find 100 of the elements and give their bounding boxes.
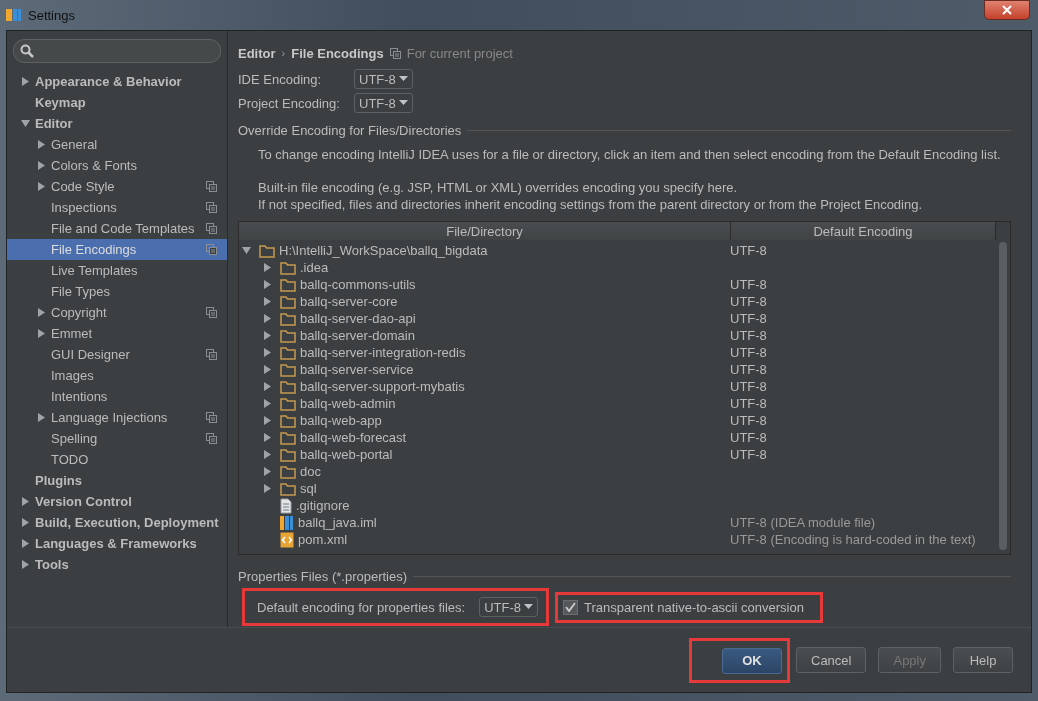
caret-right-icon[interactable] bbox=[37, 329, 46, 338]
file-name[interactable]: ballq-server-domain bbox=[300, 328, 415, 343]
sidebar-item[interactable]: GUI Designer bbox=[7, 344, 227, 365]
folder-icon bbox=[280, 362, 296, 377]
encoding-dropdown[interactable]: UTF-8 bbox=[354, 93, 413, 113]
file-name[interactable]: ballq-web-forecast bbox=[300, 430, 407, 445]
ok-button[interactable]: OK bbox=[722, 647, 782, 674]
encoding-value: UTF-8 bbox=[730, 328, 767, 343]
encoding-value: UTF-8 bbox=[730, 379, 767, 394]
sidebar-item[interactable]: Images bbox=[7, 365, 227, 386]
caret-right-icon[interactable] bbox=[37, 140, 46, 149]
file-name[interactable]: ballq-server-support-mybatis bbox=[300, 379, 465, 394]
file-name[interactable]: ballq-server-dao-api bbox=[300, 311, 416, 326]
sidebar-item[interactable]: Emmet bbox=[7, 323, 227, 344]
caret-down-icon[interactable] bbox=[21, 119, 30, 128]
sidebar-item[interactable]: Appearance & Behavior bbox=[7, 71, 227, 92]
file-name[interactable]: ballq-web-app bbox=[300, 413, 382, 428]
close-button[interactable] bbox=[984, 0, 1030, 20]
sidebar-item[interactable]: Inspections bbox=[7, 197, 227, 218]
caret-right-icon[interactable] bbox=[21, 560, 30, 569]
stacked-squares-icon bbox=[389, 47, 401, 59]
sidebar-item[interactable]: Code Style bbox=[7, 176, 227, 197]
scope-note: For current project bbox=[406, 45, 513, 61]
window-title: Settings bbox=[28, 7, 75, 23]
file-name[interactable]: ballq-server-core bbox=[300, 294, 398, 309]
caret-right-icon[interactable] bbox=[263, 331, 272, 340]
folder-icon bbox=[280, 464, 296, 479]
caret-right-icon[interactable] bbox=[37, 308, 46, 317]
caret-down-icon[interactable] bbox=[242, 246, 251, 255]
dialog-button[interactable]: Cancel bbox=[796, 647, 867, 673]
file-name[interactable]: H:\IntelliJ_WorkSpace\ballq_bigdata bbox=[279, 243, 488, 258]
caret-right-icon[interactable] bbox=[263, 280, 272, 289]
caret-right-icon[interactable] bbox=[263, 297, 272, 306]
caret-right-icon[interactable] bbox=[263, 365, 272, 374]
caret-right-icon[interactable] bbox=[263, 467, 272, 476]
caret-right-icon[interactable] bbox=[21, 518, 30, 527]
caret-right-icon[interactable] bbox=[263, 348, 272, 357]
file-name[interactable]: pom.xml bbox=[298, 532, 348, 547]
search-field[interactable] bbox=[13, 39, 221, 63]
file-name[interactable]: .gitignore bbox=[296, 498, 350, 513]
column-header[interactable]: File/Directory bbox=[239, 222, 731, 240]
file-name[interactable]: ballq-server-integration-redis bbox=[300, 345, 466, 360]
sidebar-item[interactable]: Languages & Frameworks bbox=[7, 533, 227, 554]
folder-icon bbox=[280, 413, 296, 428]
file-name[interactable]: ballq-web-admin bbox=[300, 396, 396, 411]
caret-right-icon[interactable] bbox=[263, 314, 272, 323]
caret-right-icon[interactable] bbox=[263, 484, 272, 493]
file-name[interactable]: ballq_java.iml bbox=[298, 515, 377, 530]
sidebar-item[interactable]: Keymap bbox=[7, 92, 227, 113]
encoding-value: UTF-8 bbox=[730, 396, 767, 411]
file-name[interactable]: ballq-server-service bbox=[300, 362, 414, 377]
folder-icon bbox=[280, 447, 296, 462]
caret-right-icon[interactable] bbox=[21, 539, 30, 548]
encoding-dropdown[interactable]: UTF-8 bbox=[354, 69, 413, 89]
description-text: Built-in file encoding (e.g. JSP, HTML or XML) overrides encoding you specify here. If not specified, files and directories inherit encoding settings from the parent directory or from the Project Encoding. bbox=[258, 179, 924, 213]
sidebar-item[interactable]: File Encodings bbox=[7, 239, 227, 260]
search-icon bbox=[20, 44, 34, 58]
sidebar-item[interactable]: Spelling bbox=[7, 428, 227, 449]
file-name[interactable]: ballq-web-portal bbox=[300, 447, 393, 462]
sidebar-item[interactable]: Intentions bbox=[7, 386, 227, 407]
file-name[interactable]: .idea bbox=[300, 260, 329, 275]
sidebar-item[interactable]: TODO bbox=[7, 449, 227, 470]
sidebar-item[interactable]: Editor bbox=[7, 113, 227, 134]
folder-icon bbox=[280, 396, 296, 411]
dialog-button[interactable]: Help bbox=[953, 647, 1013, 673]
description-text: To change encoding IntelliJ IDEA uses for a file or directory, click an item and then select encoding from the Default Encoding list. bbox=[258, 146, 1002, 163]
caret-right-icon[interactable] bbox=[37, 182, 46, 191]
field-label: Default encoding for properties files: bbox=[257, 599, 466, 615]
encoding-dropdown[interactable]: UTF-8 bbox=[479, 597, 538, 617]
sidebar-item[interactable]: File and Code Templates bbox=[7, 218, 227, 239]
caret-right-icon[interactable] bbox=[37, 413, 46, 422]
encoding-value: UTF-8 bbox=[730, 430, 767, 445]
sidebar-item[interactable]: Copyright bbox=[7, 302, 227, 323]
sidebar-item[interactable]: Build, Execution, Deployment bbox=[7, 512, 227, 533]
sidebar-item[interactable]: Tools bbox=[7, 554, 227, 575]
caret-right-icon[interactable] bbox=[263, 399, 272, 408]
file-name[interactable]: sql bbox=[300, 481, 317, 496]
file-name[interactable]: ballq-commons-utils bbox=[300, 277, 416, 292]
caret-right-icon[interactable] bbox=[263, 450, 272, 459]
check-icon bbox=[564, 602, 576, 612]
sidebar-item[interactable]: Live Templates bbox=[7, 260, 227, 281]
sidebar-item[interactable]: Colors & Fonts bbox=[7, 155, 227, 176]
checkbox[interactable]: Transparent native-to-ascii conversion bbox=[562, 599, 804, 615]
sidebar-item[interactable]: Plugins bbox=[7, 470, 227, 491]
sidebar-item[interactable]: File Types bbox=[7, 281, 227, 302]
file-name[interactable]: doc bbox=[300, 464, 321, 479]
folder-icon bbox=[280, 311, 296, 326]
caret-right-icon[interactable] bbox=[263, 382, 272, 391]
caret-right-icon[interactable] bbox=[21, 77, 30, 86]
field-label: IDE Encoding: bbox=[238, 71, 323, 87]
caret-right-icon[interactable] bbox=[263, 263, 272, 272]
caret-right-icon[interactable] bbox=[263, 433, 272, 442]
sidebar-item[interactable]: Version Control bbox=[7, 491, 227, 512]
sidebar-item[interactable]: General bbox=[7, 134, 227, 155]
breadcrumb-item[interactable]: Editor bbox=[238, 45, 276, 61]
section-title: Override Encoding for Files/Directories bbox=[238, 123, 462, 138]
sidebar-item[interactable]: Language Injections bbox=[7, 407, 227, 428]
caret-right-icon[interactable] bbox=[21, 497, 30, 506]
caret-right-icon[interactable] bbox=[37, 161, 46, 170]
caret-right-icon[interactable] bbox=[263, 416, 272, 425]
